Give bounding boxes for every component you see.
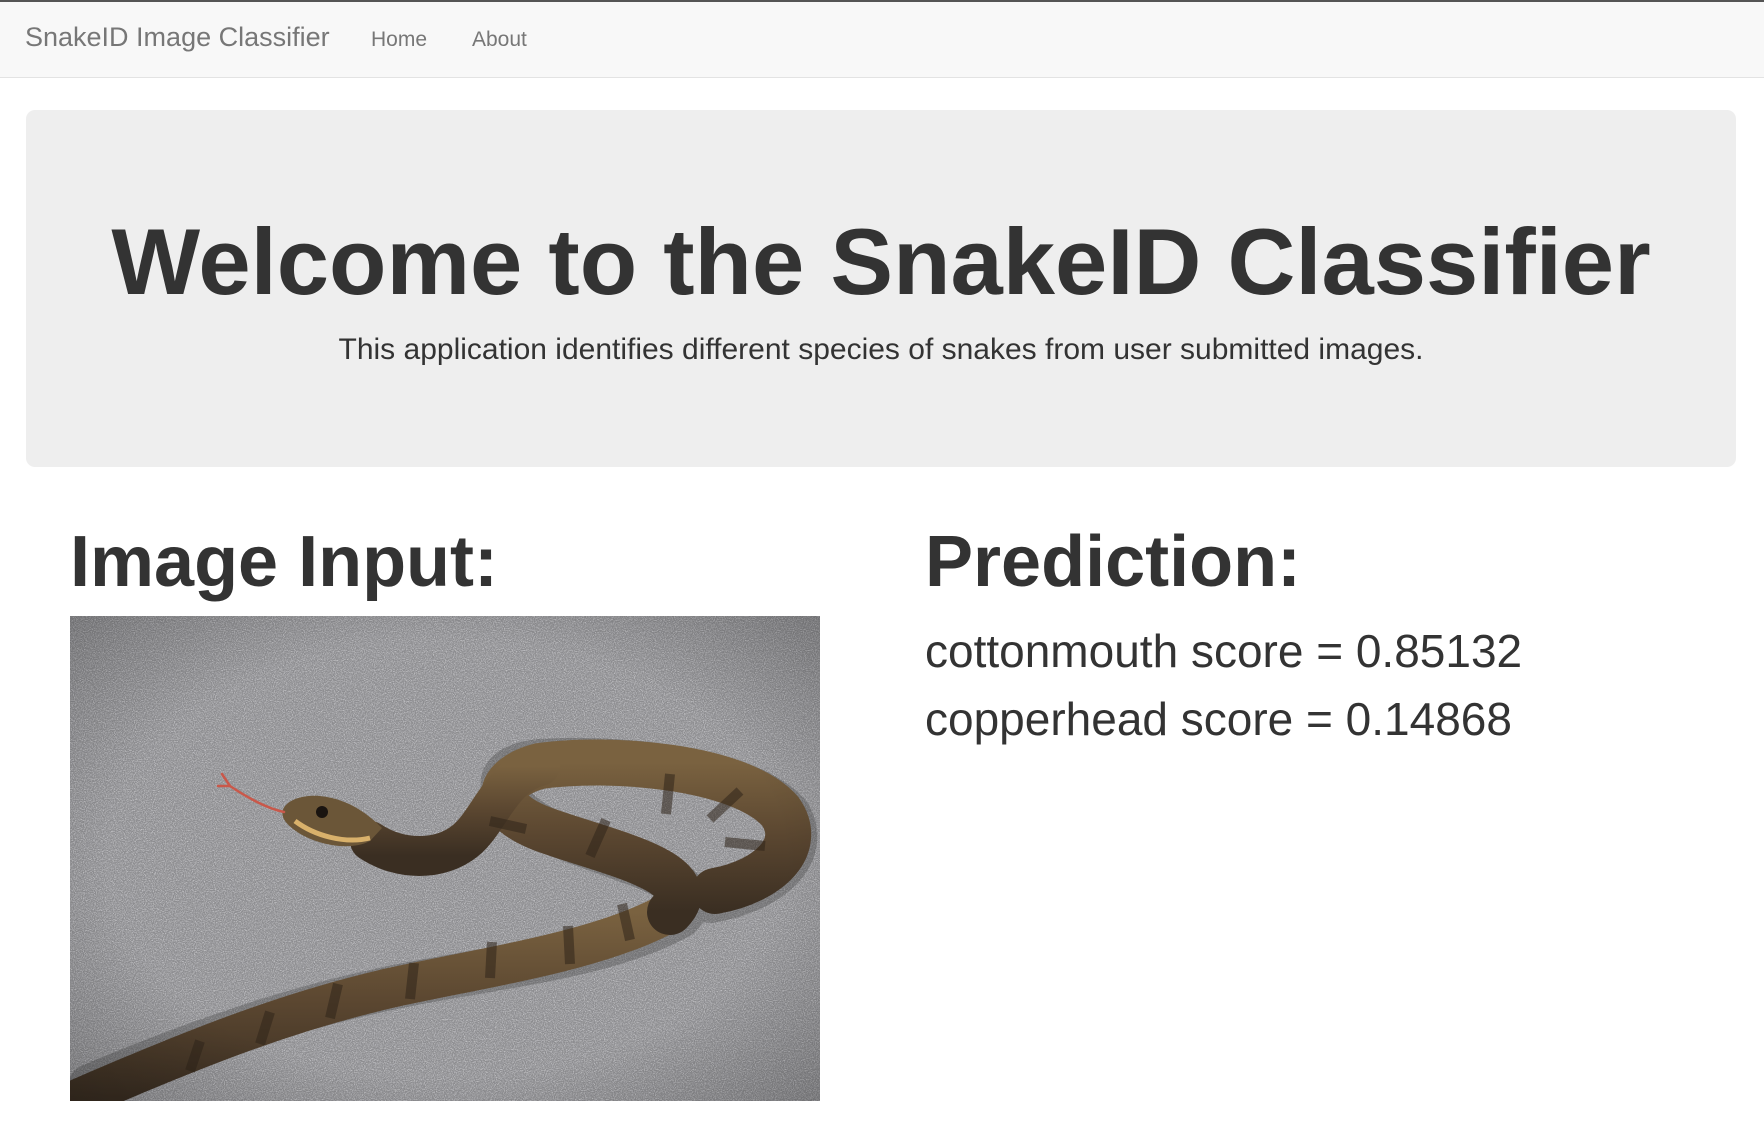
cottonmouth-score: cottonmouth score = 0.85132 <box>925 625 1523 677</box>
input-image <box>70 616 820 1101</box>
page-subtitle: This application identifies different sp… <box>338 333 1424 366</box>
nav-about-link[interactable]: About <box>472 28 527 52</box>
nav-home-link[interactable]: Home <box>371 28 427 52</box>
brand-link[interactable]: SnakeID Image Classifier <box>25 22 330 53</box>
image-input-heading: Image Input: <box>70 522 498 602</box>
copperhead-score: copperhead score = 0.14868 <box>925 693 1512 745</box>
navbar: SnakeID Image Classifier Home About <box>0 0 1764 78</box>
jumbotron: Welcome to the SnakeID Classifier This a… <box>26 110 1736 467</box>
prediction-heading: Prediction: <box>925 522 1302 602</box>
page-title: Welcome to the SnakeID Classifier <box>111 209 1651 314</box>
